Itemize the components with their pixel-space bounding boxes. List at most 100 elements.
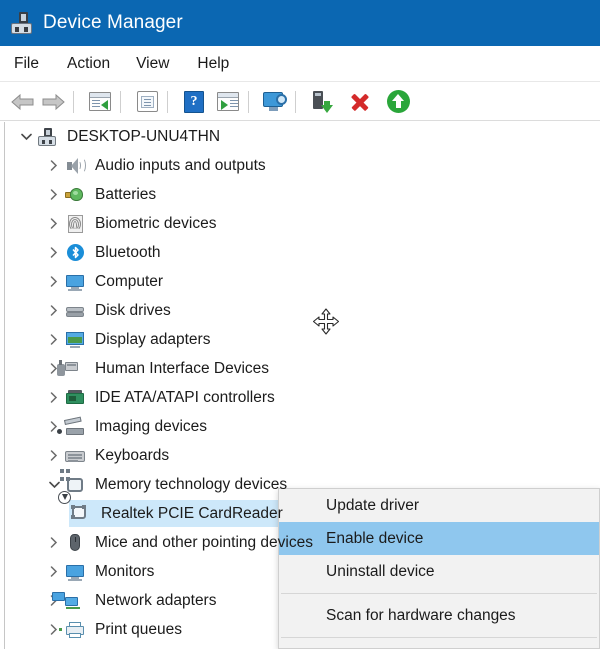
bluetooth-icon — [65, 243, 87, 263]
tree-row-ide-ata-atapi-controllers[interactable]: IDE ATA/ATAPI controllers — [5, 383, 600, 412]
green-up-arrow-icon — [387, 90, 410, 113]
chevron-right-icon[interactable] — [43, 305, 65, 316]
battery-icon — [65, 185, 87, 205]
fingerprint-icon — [65, 214, 87, 234]
tree-row-imaging-devices[interactable]: Imaging devices — [5, 412, 600, 441]
tree-row-keyboards[interactable]: Keyboards — [5, 441, 600, 470]
forward-button[interactable] — [38, 87, 68, 117]
tree-row-root[interactable]: DESKTOP-UNU4THN — [5, 122, 600, 151]
tree-label: Batteries — [95, 186, 156, 204]
tree-label-root: DESKTOP-UNU4THN — [67, 128, 220, 146]
tree-label: Bluetooth — [95, 244, 161, 262]
tree-row-batteries[interactable]: Batteries — [5, 180, 600, 209]
tree-label: Computer — [95, 273, 163, 291]
menu-action[interactable]: Action — [67, 52, 110, 76]
tree-label: Network adapters — [95, 592, 216, 610]
help-button[interactable]: ? — [179, 87, 209, 117]
disk-drive-icon — [65, 301, 87, 321]
device-manager-window: Device Manager File Action View Help — [0, 0, 600, 649]
toolbar-separator — [120, 91, 121, 113]
tree-label: Memory technology devices — [95, 476, 287, 494]
chevron-right-icon[interactable] — [43, 247, 65, 258]
chevron-right-icon[interactable] — [43, 218, 65, 229]
title-bar: Device Manager — [0, 0, 600, 46]
add-legacy-hardware-button[interactable] — [307, 87, 337, 117]
chevron-down-icon[interactable] — [15, 133, 37, 141]
back-button[interactable] — [8, 87, 38, 117]
chevron-right-icon[interactable] — [43, 160, 65, 171]
tree-row-computer[interactable]: Computer — [5, 267, 600, 296]
device-manager-icon — [11, 12, 33, 34]
context-menu-item-enable-device[interactable]: Enable device — [279, 522, 599, 555]
tree-row-audio-inputs-and-outputs[interactable]: Audio inputs and outputs — [5, 151, 600, 180]
chevron-right-icon[interactable] — [43, 537, 65, 548]
update-driver-button[interactable] — [213, 87, 243, 117]
tree-label: Biometric devices — [95, 215, 216, 233]
scan-monitor-icon — [263, 91, 287, 112]
toolbar-separator — [295, 91, 296, 113]
tree-label: IDE ATA/ATAPI controllers — [95, 389, 275, 407]
chevron-down-icon[interactable] — [43, 481, 65, 489]
context-menu-separator — [281, 593, 597, 594]
help-question-icon: ? — [184, 91, 204, 113]
forward-arrow-icon — [40, 92, 66, 112]
chevron-right-icon[interactable] — [43, 334, 65, 345]
chevron-right-icon[interactable] — [43, 392, 65, 403]
properties-icon — [137, 91, 158, 112]
ide-controller-icon — [65, 388, 87, 408]
scan-for-hardware-changes-button[interactable] — [260, 87, 290, 117]
menu-view[interactable]: View — [136, 52, 169, 76]
network-adapter-icon — [65, 591, 87, 611]
tree-label: Display adapters — [95, 331, 210, 349]
update-driver-icon — [217, 92, 239, 111]
device-add-icon — [311, 91, 333, 113]
properties-button[interactable] — [132, 87, 162, 117]
toolbar: ? — [0, 83, 600, 121]
tree-label: Print queues — [95, 621, 182, 639]
toolbar-separator — [248, 91, 249, 113]
back-arrow-icon — [10, 92, 36, 112]
uninstall-device-button[interactable] — [345, 87, 375, 117]
window-title: Device Manager — [43, 12, 183, 34]
menu-help[interactable]: Help — [197, 52, 229, 76]
context-menu-item-uninstall-device[interactable]: Uninstall device — [279, 555, 599, 588]
tree-label: Monitors — [95, 563, 154, 581]
keyboard-icon — [65, 446, 87, 466]
disabled-device-icon — [71, 504, 93, 524]
chevron-right-icon[interactable] — [43, 566, 65, 577]
tree-row-display-adapters[interactable]: Display adapters — [5, 325, 600, 354]
chevron-right-icon[interactable] — [43, 276, 65, 287]
tree-label: Mice and other pointing devices — [95, 534, 313, 552]
chevron-right-icon[interactable] — [43, 189, 65, 200]
tree-label: Imaging devices — [95, 418, 207, 436]
monitor-icon — [65, 272, 87, 292]
context-menu[interactable]: Update driver Enable device Uninstall de… — [278, 488, 600, 649]
context-menu-item-scan-for-hardware-changes[interactable]: Scan for hardware changes — [279, 599, 599, 632]
toolbar-separator — [73, 91, 74, 113]
console-tree-icon — [89, 92, 111, 111]
speaker-icon — [65, 156, 87, 176]
tree-row-disk-drives[interactable]: Disk drives — [5, 296, 600, 325]
printer-icon — [65, 620, 87, 640]
chevron-right-icon[interactable] — [43, 450, 65, 461]
monitor-icon — [65, 562, 87, 582]
context-menu-separator — [281, 637, 597, 638]
hid-icon — [65, 359, 87, 379]
imaging-device-icon — [65, 417, 87, 437]
menu-bar: File Action View Help — [0, 46, 600, 82]
display-adapter-icon — [65, 330, 87, 350]
tree-row-human-interface-devices[interactable]: Human Interface Devices — [5, 354, 600, 383]
toolbar-separator — [167, 91, 168, 113]
computer-icon — [37, 127, 59, 147]
context-menu-item-update-driver[interactable]: Update driver — [279, 489, 599, 522]
tree-row-bluetooth[interactable]: Bluetooth — [5, 238, 600, 267]
red-x-icon — [349, 91, 371, 113]
tree-label: Audio inputs and outputs — [95, 157, 266, 175]
tree-label: Disk drives — [95, 302, 171, 320]
enable-device-button[interactable] — [383, 87, 413, 117]
tree-label: Human Interface Devices — [95, 360, 269, 378]
menu-file[interactable]: File — [14, 52, 39, 76]
tree-row-biometric-devices[interactable]: Biometric devices — [5, 209, 600, 238]
show-hide-console-tree-button[interactable] — [85, 87, 115, 117]
tree-label: Realtek PCIE CardReader — [101, 505, 283, 523]
